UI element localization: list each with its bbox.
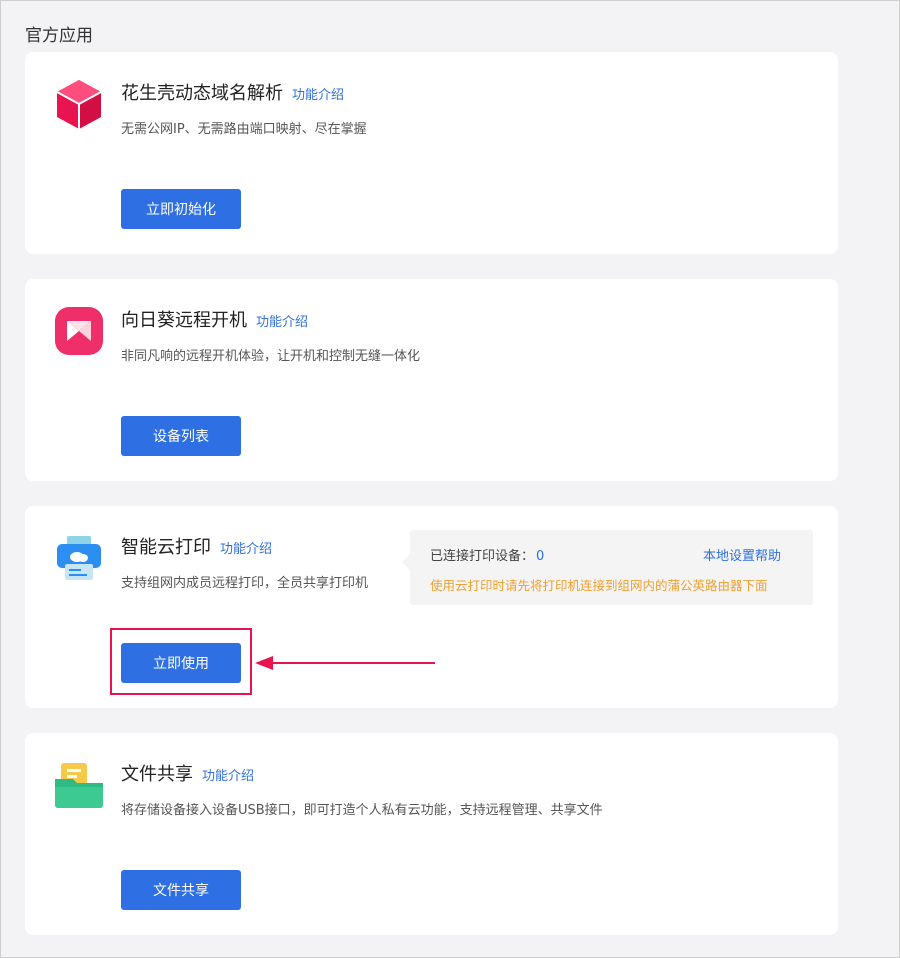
sunflower-remote-icon [53, 305, 105, 357]
app-card-peanut-shell: 花生壳动态域名解析 功能介绍 无需公网IP、无需路由端口映射、尽在掌握 立即初始… [25, 52, 838, 254]
section-title: 官方应用 [25, 26, 93, 46]
app-name: 智能云打印 [121, 537, 211, 558]
file-share-button[interactable]: 文件共享 [121, 870, 241, 910]
app-card-sunflower: 向日葵远程开机 功能介绍 非同凡响的远程开机体验，让开机和控制无缝一体化 设备列… [25, 279, 838, 481]
peanut-shell-cube-icon [53, 78, 105, 130]
app-description: 支持组网内成员远程打印，全员共享打印机 [121, 576, 369, 591]
app-name: 向日葵远程开机 [121, 310, 247, 331]
initialize-button[interactable]: 立即初始化 [121, 189, 241, 229]
connected-printers-count: 0 [536, 549, 545, 564]
app-description: 非同凡响的远程开机体验，让开机和控制无缝一体化 [121, 349, 421, 364]
app-card-file-share: 文件共享 功能介绍 将存储设备接入设备USB接口，即可打造个人私有云功能，支持远… [25, 733, 838, 935]
cloud-printer-icon [53, 532, 105, 584]
feature-intro-link[interactable]: 功能介绍 [202, 765, 254, 784]
app-description: 无需公网IP、无需路由端口映射、尽在掌握 [121, 122, 367, 137]
highlight-annotation [110, 628, 252, 695]
local-settings-help-link[interactable]: 本地设置帮助 [703, 545, 781, 564]
app-name: 文件共享 [121, 764, 193, 785]
arrow-annotation-icon [255, 656, 435, 670]
connected-printers-label: 已连接打印设备： 0 [430, 549, 545, 564]
feature-intro-link[interactable]: 功能介绍 [292, 84, 344, 103]
feature-intro-link[interactable]: 功能介绍 [220, 538, 272, 557]
feature-intro-link[interactable]: 功能介绍 [256, 311, 308, 330]
folder-share-icon [53, 759, 105, 811]
app-description: 将存储设备接入设备USB接口，即可打造个人私有云功能，支持远程管理、共享文件 [121, 803, 603, 818]
device-list-button[interactable]: 设备列表 [121, 416, 241, 456]
app-name: 花生壳动态域名解析 [121, 83, 283, 104]
cloud-print-warning: 使用云打印时请先将打印机连接到组网内的蒲公英路由器下面 [430, 578, 768, 593]
printer-info-panel: 已连接打印设备： 0 本地设置帮助 使用云打印时请先将打印机连接到组网内的蒲公英路… [402, 530, 813, 605]
